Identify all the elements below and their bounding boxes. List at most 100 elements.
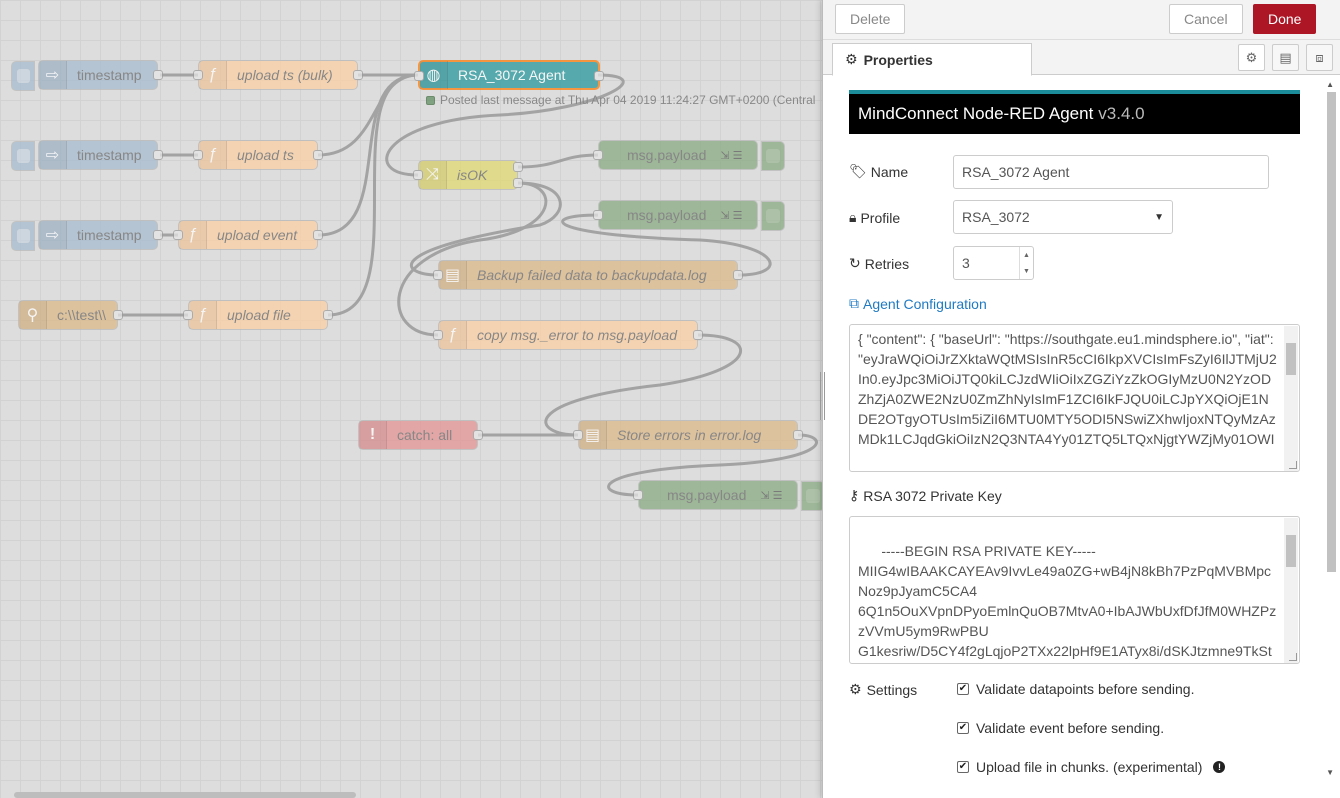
- checkbox-label: Upload file in chunks. (experimental): [976, 759, 1203, 775]
- delete-button[interactable]: Delete: [835, 4, 906, 34]
- input-port[interactable]: [173, 230, 183, 240]
- agent-configuration-link[interactable]: ⧉ Agent Configuration: [849, 295, 987, 312]
- private-key-textarea[interactable]: -----BEGIN RSA PRIVATE KEY----- MIIG4wIB…: [849, 516, 1300, 664]
- spinner-arrows[interactable]: ▲ ▼: [1019, 247, 1033, 279]
- info-icon[interactable]: !: [1213, 761, 1226, 773]
- node-label: timestamp: [77, 67, 142, 83]
- validate-event-checkbox[interactable]: ✔: [957, 722, 969, 734]
- function-node-upload-event[interactable]: ƒ upload event: [173, 220, 323, 250]
- output-port[interactable]: [473, 430, 483, 440]
- file-node-backup[interactable]: ▤ Backup failed data to backupdata.log: [433, 260, 743, 290]
- lock-icon: 🔒︎: [849, 209, 857, 225]
- input-port[interactable]: [593, 150, 603, 160]
- validate-datapoints-row[interactable]: ✔ Validate datapoints before sending.: [957, 681, 1194, 697]
- debug-node-3[interactable]: msg.payload ⇲ ☰: [633, 480, 822, 511]
- output-port[interactable]: [594, 71, 604, 81]
- key-icon: ⚷: [849, 487, 860, 503]
- input-port[interactable]: [433, 270, 443, 280]
- input-port[interactable]: [183, 310, 193, 320]
- output-port[interactable]: [153, 230, 163, 240]
- inject-trigger-button[interactable]: [11, 221, 35, 251]
- name-label: 🏷︎ Name: [849, 163, 908, 180]
- output-port[interactable]: [153, 70, 163, 80]
- flow-wires: [118, 73, 818, 497]
- mindconnect-agent-node[interactable]: ◍ RSA_3072 Agent: [414, 60, 604, 90]
- watch-node[interactable]: ⚲ c:\\test\\: [18, 300, 123, 330]
- file-node-errors[interactable]: ▤ Store errors in error.log: [573, 420, 803, 450]
- tab-properties[interactable]: ⚙ Properties: [832, 43, 1032, 76]
- catch-node[interactable]: ! catch: all: [358, 420, 483, 450]
- function-node-copy-error[interactable]: ƒ copy msg._error to msg.payload: [433, 320, 703, 350]
- input-port[interactable]: [193, 150, 203, 160]
- checkbox-label: Validate event before sending.: [976, 720, 1165, 736]
- workspace-scrollbar[interactable]: [14, 792, 356, 798]
- scroll-down-icon[interactable]: ▼: [1326, 768, 1334, 777]
- node-label: Store errors in error.log: [617, 427, 762, 443]
- done-button[interactable]: Done: [1253, 4, 1317, 34]
- input-port[interactable]: [433, 330, 443, 340]
- output-port[interactable]: [353, 70, 363, 80]
- function-node-upload-ts[interactable]: ƒ upload ts: [193, 140, 323, 170]
- inject-trigger-button[interactable]: [11, 141, 35, 171]
- editor-tray: Delete Cancel Done ⚙ Properties ⚙ ▤ ⧈ Mi…: [820, 0, 1340, 798]
- wire: [317, 73, 419, 237]
- output-port[interactable]: [153, 150, 163, 160]
- debug-list-icon: ⇲ ☰: [720, 149, 743, 162]
- switch-icon: ⤨: [419, 161, 447, 189]
- textarea-scroll-thumb[interactable]: [1286, 343, 1296, 375]
- inject-trigger-button[interactable]: [11, 61, 35, 91]
- debug-node-2[interactable]: msg.payload ⇲ ☰: [593, 200, 785, 231]
- inject-node-timestamp-1[interactable]: ⇨ timestamp: [11, 60, 163, 91]
- textarea-scroll-thumb[interactable]: [1286, 535, 1296, 567]
- input-port[interactable]: [193, 70, 203, 80]
- output-port[interactable]: [793, 430, 803, 440]
- agent-status: Posted last message at Thu Apr 04 2019 1…: [426, 93, 815, 107]
- input-port[interactable]: [593, 210, 603, 220]
- node-label: isOK: [457, 167, 488, 183]
- debug-toggle-button[interactable]: [761, 141, 785, 171]
- upload-chunks-checkbox[interactable]: ✔: [957, 761, 969, 773]
- input-port[interactable]: [414, 71, 424, 81]
- debug-node-1[interactable]: msg.payload ⇲ ☰: [593, 140, 785, 171]
- output-port[interactable]: [693, 330, 703, 340]
- agent-configuration-textarea[interactable]: { "content": { "baseUrl": "https://south…: [849, 324, 1300, 472]
- output-port[interactable]: [323, 310, 333, 320]
- tray-toolbar: Delete Cancel Done: [823, 0, 1340, 40]
- description-doc-icon[interactable]: ▤: [1272, 44, 1299, 71]
- output-port-2[interactable]: [513, 178, 523, 188]
- appearance-frame-icon[interactable]: ⧈: [1306, 44, 1333, 71]
- cancel-button[interactable]: Cancel: [1169, 4, 1243, 34]
- input-port[interactable]: [413, 170, 423, 180]
- tray-tabs: ⚙ Properties ⚙ ▤ ⧈: [823, 40, 1340, 76]
- profile-label-text: Profile: [860, 209, 901, 226]
- node-label: RSA_3072 Agent: [458, 67, 566, 83]
- status-dot-icon: [426, 95, 435, 105]
- output-port-1[interactable]: [513, 162, 523, 172]
- validate-event-row[interactable]: ✔ Validate event before sending.: [957, 720, 1164, 736]
- debug-toggle-button[interactable]: [801, 481, 822, 511]
- profile-select[interactable]: RSA_3072 ▼: [953, 200, 1173, 234]
- input-port[interactable]: [573, 430, 583, 440]
- scroll-up-icon[interactable]: ▲: [1326, 80, 1334, 89]
- output-port[interactable]: [733, 270, 743, 280]
- retries-spinner[interactable]: 3 ▲ ▼: [953, 246, 1034, 280]
- node-settings-gear-icon[interactable]: ⚙: [1238, 44, 1265, 71]
- function-node-upload-ts-bulk[interactable]: ƒ upload ts (bulk): [193, 60, 363, 90]
- function-node-upload-file[interactable]: ƒ upload file: [183, 300, 333, 330]
- flow-workspace[interactable]: ⇨ timestamp ⇨ timestamp ⇨ timestamp ƒ up…: [0, 0, 822, 798]
- output-port[interactable]: [113, 310, 123, 320]
- upload-chunks-row[interactable]: ✔ Upload file in chunks. (experimental) …: [957, 759, 1226, 775]
- inject-node-timestamp-3[interactable]: ⇨ timestamp: [11, 220, 163, 251]
- input-port[interactable]: [633, 490, 643, 500]
- resize-grip-icon[interactable]: [1289, 653, 1297, 661]
- resize-grip-icon[interactable]: [1289, 461, 1297, 469]
- name-field[interactable]: RSA_3072 Agent: [953, 155, 1269, 189]
- debug-toggle-button[interactable]: [761, 201, 785, 231]
- inject-node-timestamp-2[interactable]: ⇨ timestamp: [11, 140, 163, 171]
- node-label: upload file: [227, 307, 291, 323]
- output-port[interactable]: [313, 150, 323, 160]
- validate-datapoints-checkbox[interactable]: ✔: [957, 683, 969, 695]
- tray-scrollbar[interactable]: [1327, 92, 1336, 572]
- switch-node-isok[interactable]: ⤨ isOK: [413, 160, 523, 190]
- output-port[interactable]: [313, 230, 323, 240]
